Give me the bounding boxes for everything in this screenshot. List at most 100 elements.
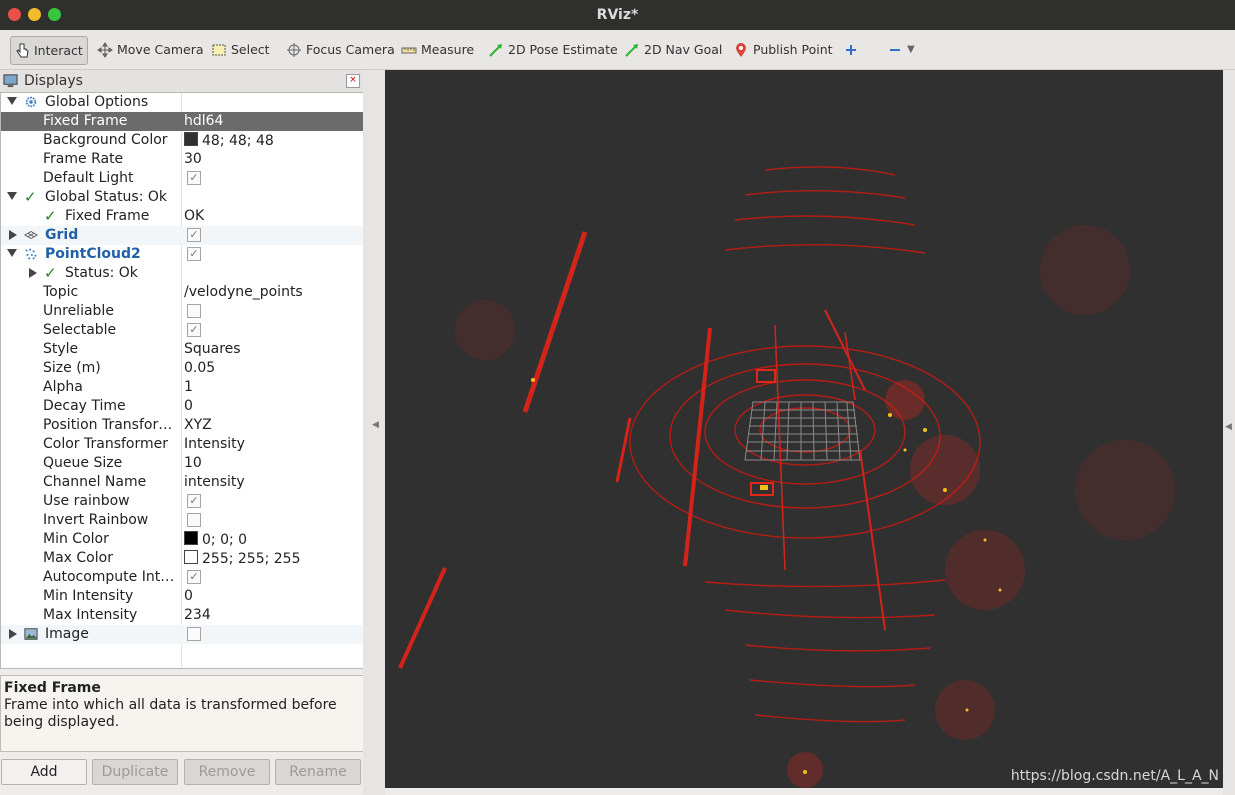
checkmark-icon: ✓ [44, 264, 57, 282]
duplicate-button[interactable]: Duplicate [92, 759, 178, 785]
tree-row-pointcloud2[interactable]: PointCloud2 ✓ [1, 245, 363, 264]
nav-goal-tool[interactable]: 2D Nav Goal [624, 36, 722, 63]
select-tool[interactable]: Select [211, 36, 270, 63]
expand-arrow-icon[interactable] [7, 192, 17, 200]
property-name: Autocompute Int… [43, 569, 175, 585]
property-value[interactable]: 0; 0; 0 [184, 531, 247, 548]
publish-point-label: Publish Point [753, 42, 833, 57]
property-value[interactable]: 10 [184, 455, 202, 471]
unreliable-checkbox[interactable] [187, 304, 201, 318]
property-value[interactable]: 0.05 [184, 360, 215, 376]
tree-row-style[interactable]: Style Squares [1, 340, 363, 359]
property-name: Position Transfor… [43, 417, 173, 433]
property-value[interactable]: hdl64 [184, 113, 223, 129]
use-rainbow-checkbox[interactable]: ✓ [187, 494, 201, 508]
grid-enabled-checkbox[interactable]: ✓ [187, 228, 201, 242]
property-value[interactable]: intensity [184, 474, 245, 490]
tree-row-max-intensity[interactable]: Max Intensity 234 [1, 606, 363, 625]
publish-point-tool[interactable]: Publish Point [733, 36, 833, 63]
tree-row-fixed-frame[interactable]: Fixed Frame hdl64 [1, 112, 363, 131]
render-3d-view[interactable]: https://blog.csdn.net/A_L_A_N [385, 70, 1223, 788]
tree-row-unreliable[interactable]: Unreliable [1, 302, 363, 321]
move-camera-tool[interactable]: Move Camera [97, 36, 204, 63]
collapse-arrow-icon[interactable] [29, 268, 37, 278]
default-light-checkbox[interactable]: ✓ [187, 171, 201, 185]
minus-icon [890, 48, 900, 51]
tree-row-topic[interactable]: Topic /velodyne_points [1, 283, 363, 302]
tree-row-position-transformer[interactable]: Position Transfor… XYZ [1, 416, 363, 435]
tree-row-alpha[interactable]: Alpha 1 [1, 378, 363, 397]
pose-estimate-tool[interactable]: 2D Pose Estimate [488, 36, 618, 63]
pointcloud2-enabled-checkbox[interactable]: ✓ [187, 247, 201, 261]
grid-icon [24, 230, 38, 240]
property-name: Min Intensity [43, 588, 134, 604]
property-value[interactable]: /velodyne_points [184, 284, 303, 300]
tree-row-status-ok[interactable]: ✓ Status: Ok [1, 264, 363, 283]
property-value[interactable]: Intensity [184, 436, 245, 452]
chevron-right-icon[interactable]: ◀ [1225, 422, 1232, 432]
tree-row-color-transformer[interactable]: Color Transformer Intensity [1, 435, 363, 454]
right-splitter-handle[interactable]: ◀ [1223, 70, 1235, 795]
property-value[interactable]: 234 [184, 607, 211, 623]
tree-row-status-fixed-frame[interactable]: ✓ Fixed Frame OK [1, 207, 363, 226]
close-icon[interactable]: × [346, 74, 360, 88]
tree-row-global-status[interactable]: ✓ Global Status: Ok [1, 188, 363, 207]
property-value[interactable]: 48; 48; 48 [184, 132, 274, 149]
tree-row-decay-time[interactable]: Decay Time 0 [1, 397, 363, 416]
splitter-handle[interactable]: ◀ [363, 70, 385, 795]
collapse-arrow-icon[interactable] [9, 629, 17, 639]
tree-row-selectable[interactable]: Selectable ✓ [1, 321, 363, 340]
property-name: Size (m) [43, 360, 101, 376]
property-name: Channel Name [43, 474, 147, 490]
selectable-checkbox[interactable]: ✓ [187, 323, 201, 337]
tree-row-min-color[interactable]: Min Color 0; 0; 0 [1, 530, 363, 549]
invert-rainbow-checkbox[interactable] [187, 513, 201, 527]
tree-row-background-color[interactable]: Background Color 48; 48; 48 [1, 131, 363, 150]
tree-row-max-color[interactable]: Max Color 255; 255; 255 [1, 549, 363, 568]
measure-label: Measure [421, 42, 475, 57]
tree-row-use-rainbow[interactable]: Use rainbow ✓ [1, 492, 363, 511]
move-arrows-icon [97, 41, 113, 58]
tree-row-frame-rate[interactable]: Frame Rate 30 [1, 150, 363, 169]
tree-row-size[interactable]: Size (m) 0.05 [1, 359, 363, 378]
measure-tool[interactable]: Measure [401, 36, 474, 63]
displays-panel: Displays × Global Options Fixed Frame hd… [0, 70, 364, 795]
tree-row-global-options[interactable]: Global Options [1, 93, 363, 112]
chevron-left-icon[interactable]: ◀ [372, 420, 379, 430]
tree-row-min-intensity[interactable]: Min Intensity 0 [1, 587, 363, 606]
property-value[interactable]: XYZ [184, 417, 212, 433]
property-name: Color Transformer [43, 436, 169, 452]
remove-button[interactable]: Remove [184, 759, 270, 785]
add-tool-button[interactable] [843, 36, 863, 63]
watermark: https://blog.csdn.net/A_L_A_N [1010, 768, 1219, 784]
tree-row-channel-name[interactable]: Channel Name intensity [1, 473, 363, 492]
interact-tool[interactable]: Interact [10, 36, 88, 65]
property-value[interactable]: 30 [184, 151, 202, 167]
rename-button[interactable]: Rename [275, 759, 361, 785]
tree-row-grid[interactable]: Grid ✓ [1, 226, 363, 245]
property-value[interactable]: 255; 255; 255 [184, 550, 301, 567]
property-value[interactable]: 1 [184, 379, 193, 395]
expand-arrow-icon[interactable] [7, 97, 17, 105]
image-enabled-checkbox[interactable] [187, 627, 201, 641]
tree-row-autocompute-intensity[interactable]: Autocompute Int… ✓ [1, 568, 363, 587]
expand-arrow-icon[interactable] [7, 249, 17, 257]
remove-tool-button[interactable]: ▼ [887, 36, 915, 63]
display-tree: Global Options Fixed Frame hdl64 Backgro… [0, 92, 364, 669]
autocompute-intensity-checkbox[interactable]: ✓ [187, 570, 201, 584]
add-button[interactable]: Add [1, 759, 87, 785]
focus-camera-tool[interactable]: Focus Camera [286, 36, 395, 63]
tree-row-default-light[interactable]: Default Light ✓ [1, 169, 363, 188]
tree-row-invert-rainbow[interactable]: Invert Rainbow [1, 511, 363, 530]
property-value[interactable]: 0 [184, 588, 193, 604]
chevron-down-icon[interactable]: ▼ [907, 44, 915, 55]
tree-row-queue-size[interactable]: Queue Size 10 [1, 454, 363, 473]
monitor-icon [3, 74, 18, 88]
ruler-icon [401, 47, 417, 53]
property-value[interactable]: 0 [184, 398, 193, 414]
tree-row-image[interactable]: Image [1, 625, 363, 644]
tree-label: Global Options [45, 94, 149, 110]
property-value[interactable]: Squares [184, 341, 241, 357]
collapse-arrow-icon[interactable] [9, 230, 17, 240]
plus-icon [846, 44, 856, 55]
